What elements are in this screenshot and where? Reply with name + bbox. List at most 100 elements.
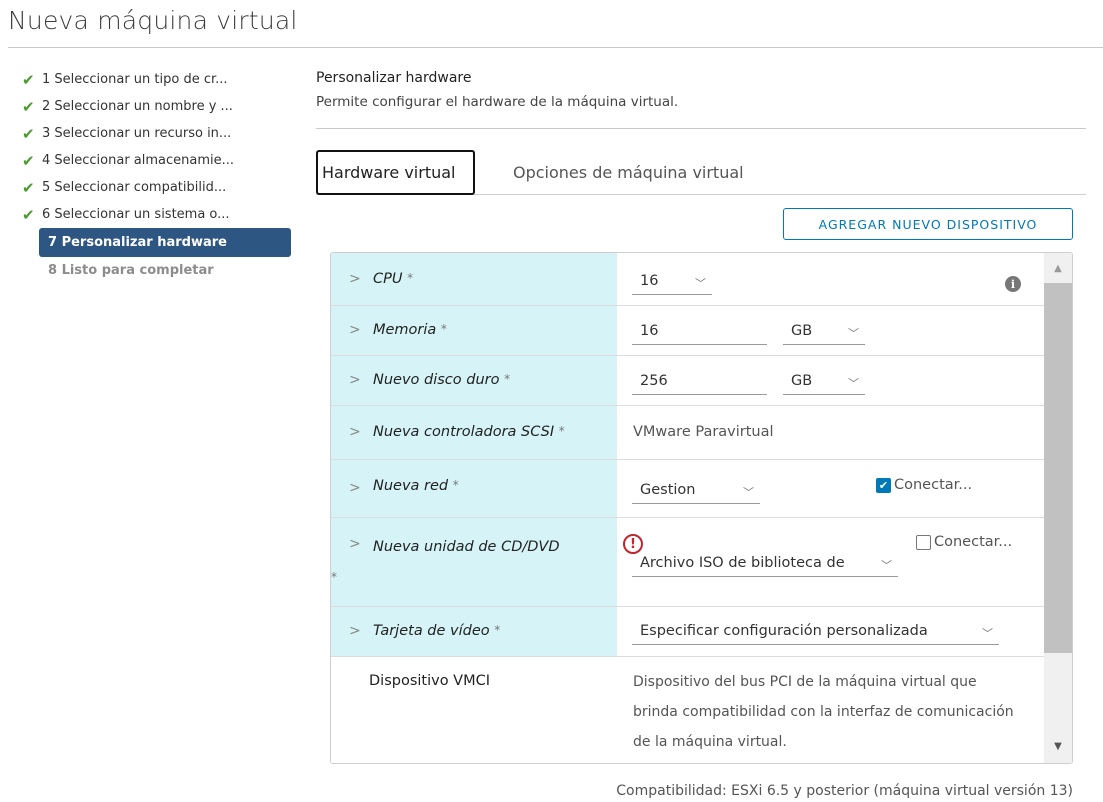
chevron-right-icon[interactable]: > [349, 372, 361, 388]
step-8: 8 Listo para completar [22, 257, 297, 284]
chevron-down-icon: ﹀ [743, 486, 754, 499]
step-6[interactable]: ✔ 6 Seleccionar un sistema o... [22, 201, 297, 228]
chevron-right-icon[interactable]: > [349, 271, 361, 287]
hardware-row-network: > Nueva red * Gestion ﹀ ✔ Conectar... [331, 460, 1044, 518]
disk-unit: GB [791, 373, 813, 389]
network-connect-checkbox[interactable]: ✔ Conectar... [876, 477, 972, 493]
cpu-select[interactable]: 16 ﹀ [632, 268, 712, 295]
step-label: 3 Seleccionar un recurso in... [42, 126, 232, 141]
hardware-row-cdvd: > Nueva unidad de CD/DVD * ! Archivo ISO … [331, 518, 1044, 607]
chevron-down-icon: ﹀ [848, 377, 859, 390]
row-label: Nueva unidad de CD/DVD * [331, 539, 560, 584]
memory-unit-select[interactable]: GB ﹀ [783, 318, 865, 345]
hardware-row-scsi: > Nueva controladora SCSI * VMware Parav… [331, 406, 1044, 460]
step-label: 1 Seleccionar un tipo de cr... [42, 72, 228, 87]
hardware-row-cpu: > CPU * 16 ﹀ i [331, 253, 1044, 306]
cdvd-source-select[interactable]: Archivo ISO de biblioteca de ﹀ [632, 550, 898, 577]
chevron-down-icon: ﹀ [881, 557, 892, 573]
cdvd-source-value: Archivo ISO de biblioteca de [640, 555, 845, 571]
tab-virtual-hardware[interactable]: Hardware virtual [316, 150, 475, 195]
checkmark-icon: ✔ [22, 151, 35, 170]
pane-subtitle: Permite configurar el hardware de la máq… [316, 94, 679, 110]
step-4[interactable]: ✔ 4 Seleccionar almacenamie... [22, 147, 297, 174]
chevron-down-icon: ﹀ [982, 627, 993, 640]
row-label-cell: > CPU * [331, 253, 617, 305]
row-label: Dispositivo VMCI [369, 673, 491, 689]
row-label-cell: Dispositivo VMCI [331, 657, 617, 763]
row-label: Nuevo disco duro * [373, 372, 511, 388]
video-card-value: Especificar configuración personalizada [640, 623, 928, 639]
step-label: 4 Seleccionar almacenamie... [42, 153, 235, 168]
scrollbar[interactable]: ▲ ▼ [1044, 253, 1072, 763]
chevron-right-icon[interactable]: > [349, 536, 361, 552]
step-label: 5 Seleccionar compatibilid... [42, 180, 227, 195]
checkmark-icon: ✔ [22, 178, 35, 197]
network-value: Gestion [640, 482, 696, 498]
chevron-right-icon[interactable]: > [349, 424, 361, 440]
chevron-right-icon[interactable]: > [349, 322, 361, 338]
step-label: 7 Personalizar hardware [48, 235, 227, 250]
wizard-steps: ✔ 1 Seleccionar un tipo de cr... ✔ 2 Selec… [22, 66, 297, 284]
video-card-select[interactable]: Especificar configuración personalizada … [632, 618, 999, 645]
checkmark-icon: ✔ [22, 97, 35, 116]
chevron-down-icon: ﹀ [695, 277, 706, 290]
row-label: Memoria * [373, 322, 447, 338]
step-5[interactable]: ✔ 5 Seleccionar compatibilid... [22, 174, 297, 201]
step-label: 2 Seleccionar un nombre y ... [42, 99, 233, 114]
network-select[interactable]: Gestion ﹀ [632, 477, 760, 504]
hardware-row-video: > Tarjeta de vídeo * Especificar configu… [331, 607, 1044, 657]
page-title: Nueva máquina virtual [8, 6, 298, 35]
info-icon[interactable]: i [1005, 276, 1021, 292]
step-label: 6 Seleccionar un sistema o... [42, 207, 230, 222]
pane-divider [316, 128, 1086, 129]
connect-label: Conectar... [894, 477, 973, 493]
scrollbar-thumb[interactable] [1044, 283, 1072, 653]
memory-unit: GB [791, 323, 813, 339]
memory-input[interactable]: 16 [632, 318, 767, 345]
scroll-up-arrow-icon[interactable]: ▲ [1044, 257, 1072, 279]
step-7-active[interactable]: 7 Personalizar hardware [39, 228, 291, 257]
cdvd-connect-checkbox[interactable]: Conectar... [916, 534, 1012, 550]
connect-label: Conectar... [934, 534, 1013, 550]
step-2[interactable]: ✔ 2 Seleccionar un nombre y ... [22, 93, 297, 120]
compatibility-text: Compatibilidad: ESXi 6.5 y posterior (má… [616, 783, 1073, 799]
row-label-cell: > Nuevo disco duro * [331, 356, 617, 405]
row-label-cell: > Nueva controladora SCSI * [331, 406, 617, 459]
add-new-device-button[interactable]: AGREGAR NUEVO DISPOSITIVO [783, 208, 1073, 240]
scroll-down-arrow-icon[interactable]: ▼ [1044, 735, 1072, 757]
chevron-right-icon[interactable]: > [349, 480, 361, 496]
chevron-down-icon: ﹀ [848, 327, 859, 340]
row-label-cell: > Nueva unidad de CD/DVD * [331, 518, 617, 606]
disk-unit-select[interactable]: GB ﹀ [783, 368, 865, 395]
chevron-right-icon[interactable]: > [349, 623, 361, 639]
scsi-controller-type: VMware Paravirtual [633, 424, 774, 440]
row-label: Tarjeta de vídeo * [373, 623, 501, 639]
row-label-cell: > Nueva red * [331, 460, 617, 517]
disk-size-input[interactable]: 256 [632, 368, 767, 395]
hardware-row-disk: > Nuevo disco duro * 256 GB ﹀ [331, 356, 1044, 406]
tab-bar: Hardware virtual Opciones de máquina vir… [316, 150, 1086, 195]
hardware-row-memory: > Memoria * 16 GB ﹀ [331, 306, 1044, 356]
step-3[interactable]: ✔ 3 Seleccionar un recurso in... [22, 120, 297, 147]
checkbox-checked-icon: ✔ [876, 477, 891, 493]
row-label-cell: > Memoria * [331, 306, 617, 355]
checkbox-unchecked-icon [916, 534, 931, 550]
hardware-row-vmci: Dispositivo VMCI Dispositivo del bus PCI… [331, 657, 1044, 763]
pane-title: Personalizar hardware [316, 70, 472, 86]
row-label: CPU * [373, 271, 414, 287]
cpu-value: 16 [640, 273, 659, 289]
tab-vm-options[interactable]: Opciones de máquina virtual [513, 150, 744, 195]
disk-size-value: 256 [640, 373, 668, 389]
title-divider [8, 47, 1103, 48]
row-label: Nueva controladora SCSI * [373, 424, 565, 440]
memory-value: 16 [640, 323, 659, 339]
hardware-list: > CPU * 16 ﹀ i > Memoria * 16 GB ﹀ > Nue… [330, 252, 1073, 764]
checkmark-icon: ✔ [22, 70, 35, 89]
step-1[interactable]: ✔ 1 Seleccionar un tipo de cr... [22, 66, 297, 93]
checkmark-icon: ✔ [22, 124, 35, 143]
vmci-description: Dispositivo del bus PCI de la máquina vi… [633, 674, 1014, 750]
checkmark-icon: ✔ [22, 205, 35, 224]
step-label: 8 Listo para completar [48, 263, 214, 278]
row-label-cell: > Tarjeta de vídeo * [331, 607, 617, 656]
customize-hardware-pane: Personalizar hardware Permite configurar… [316, 70, 1086, 240]
